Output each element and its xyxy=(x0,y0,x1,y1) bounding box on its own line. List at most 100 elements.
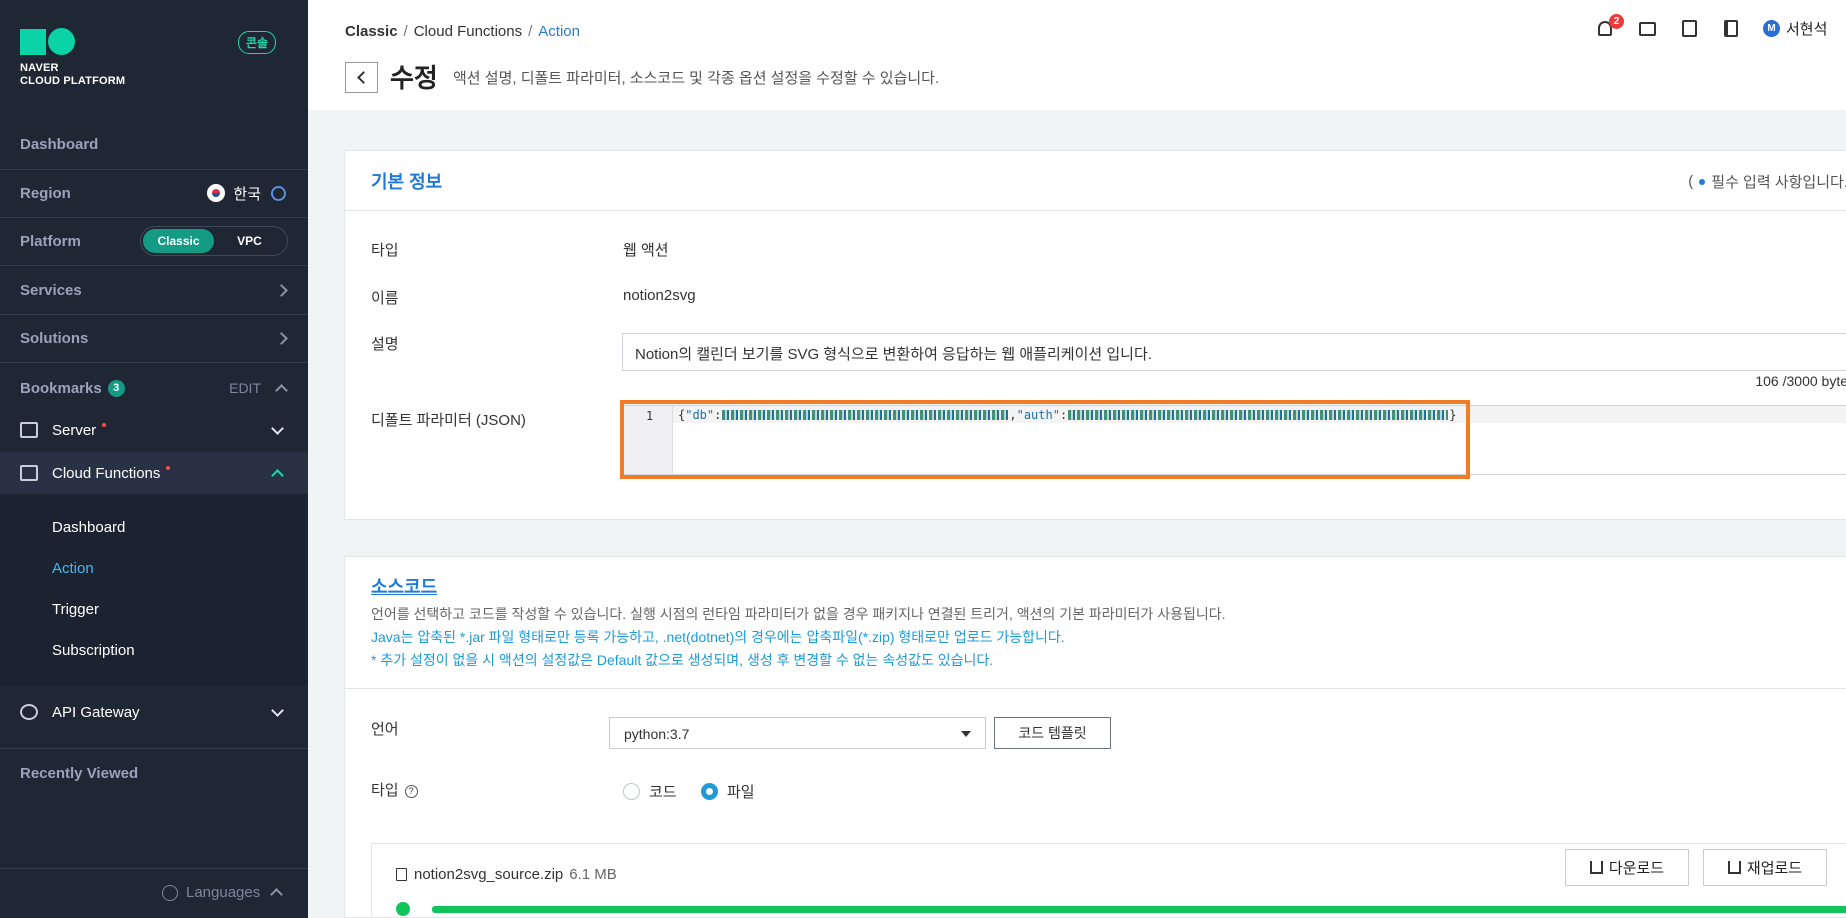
redacted-db-value xyxy=(722,410,1009,420)
json-key-db: "db" xyxy=(685,408,715,422)
book-icon xyxy=(1724,20,1738,37)
submenu-subscription[interactable]: Subscription xyxy=(52,642,135,659)
language-select[interactable]: python:3.7 xyxy=(609,717,986,749)
source-type-label-text: 타입 xyxy=(371,782,399,799)
file-icon xyxy=(396,868,407,881)
source-code-panel: 소스코드 언어를 선택하고 코드를 작성할 수 있습니다. 실행 시점의 런타임… xyxy=(344,556,1846,918)
sidebar-services[interactable]: Services xyxy=(0,266,308,314)
type-value: 웹 액션 xyxy=(623,242,669,259)
console-badge[interactable]: 콘솔 xyxy=(238,31,277,54)
submenu-dashboard[interactable]: Dashboard xyxy=(52,519,125,536)
required-note-text: 필수 입력 사항입니다. xyxy=(1711,174,1846,191)
page-title: 수정 xyxy=(390,63,438,93)
bookmark-api-gateway-label: API Gateway xyxy=(52,703,140,721)
platform-vpc[interactable]: VPC xyxy=(214,234,285,248)
language-select-value: python:3.7 xyxy=(624,726,690,742)
default-param-editor[interactable]: 1 { "db" : , "auth" : } xyxy=(622,405,1846,475)
top-toolbar: 2 M 서현석 xyxy=(1595,13,1827,39)
breadcrumb-classic[interactable]: Classic xyxy=(345,23,398,40)
json-colon: : xyxy=(714,408,722,422)
file-size: 6.1 MB xyxy=(569,866,617,883)
sidebar-recently-viewed[interactable]: Recently Viewed xyxy=(0,749,308,797)
gear-icon[interactable] xyxy=(271,185,286,201)
user-name: 서현석 xyxy=(1786,21,1828,38)
logo-mark-icon xyxy=(20,28,125,55)
platform-toggle[interactable]: Classic VPC xyxy=(140,226,288,256)
radio-circle-icon xyxy=(623,783,640,800)
api-gateway-icon xyxy=(20,704,38,720)
source-info-3: * 추가 설정이 없을 시 액션의 설정값은 Default 값으로 생성되며,… xyxy=(371,652,994,668)
radio-file-label: 파일 xyxy=(727,784,755,801)
caret-down-icon xyxy=(961,731,971,737)
notification-button[interactable]: 2 xyxy=(1595,13,1624,39)
source-type-label: 타입? xyxy=(371,779,418,800)
default-param-label: 디폴트 파라미터 (JSON) xyxy=(371,412,526,429)
bookmarks-label: Bookmarks xyxy=(20,379,102,397)
chevron-left-icon xyxy=(357,71,370,84)
server-icon xyxy=(20,422,38,438)
sidebar-solutions[interactable]: Solutions xyxy=(0,314,308,362)
breadcrumb: Classic / Cloud Functions / Action xyxy=(345,23,580,40)
source-code-title: 소스코드 xyxy=(371,577,438,597)
languages-label: Languages xyxy=(186,884,261,901)
bookmark-server[interactable]: Server xyxy=(0,409,308,451)
file-name: notion2svg_source.zip xyxy=(414,866,564,883)
download-button[interactable]: 다운로드 xyxy=(1565,849,1689,886)
chat-button[interactable] xyxy=(1637,19,1657,39)
help-icon[interactable]: ? xyxy=(404,784,418,798)
bookmark-server-label: Server xyxy=(52,421,97,439)
breadcrumb-separator: / xyxy=(403,23,408,40)
submenu-trigger[interactable]: Trigger xyxy=(52,601,99,618)
naver-cloud-logo[interactable]: NAVER CLOUD PLATFORM xyxy=(20,28,125,88)
bookmarks-edit-button[interactable]: EDIT xyxy=(229,380,261,396)
breadcrumb-separator: / xyxy=(528,23,533,40)
services-label: Services xyxy=(20,281,82,299)
chevron-up-icon[interactable] xyxy=(275,383,288,397)
sidebar-dashboard[interactable]: Dashboard xyxy=(0,120,308,168)
user-menu[interactable]: M 서현석 xyxy=(1763,18,1827,39)
guide-button[interactable] xyxy=(1721,19,1741,39)
name-label: 이름 xyxy=(371,290,399,307)
json-close-brace: } xyxy=(1449,408,1457,422)
cloud-functions-submenu: Dashboard Action Trigger Subscription xyxy=(0,495,308,685)
json-colon: : xyxy=(1059,408,1068,422)
chevron-right-icon xyxy=(275,283,288,297)
upload-icon xyxy=(1727,861,1741,874)
download-icon xyxy=(1589,861,1603,874)
new-dot xyxy=(102,423,107,427)
source-info-2: Java는 압축된 *.jar 파일 형태로만 등록 가능하고, .net(do… xyxy=(371,629,1065,645)
back-button[interactable] xyxy=(345,62,378,93)
chevron-up-icon xyxy=(271,468,284,482)
submenu-action[interactable]: Action xyxy=(52,560,94,577)
basic-info-panel: 기본 정보 ( 필수 입력 사항입니다. 타입 웹 액션 이름 notion2s… xyxy=(344,150,1846,520)
redacted-auth-value xyxy=(1068,410,1449,420)
memo-button[interactable] xyxy=(1679,19,1699,39)
description-field[interactable]: Notion의 캘린더 보기를 SVG 형식으로 변환하여 응답하는 웹 애플리… xyxy=(622,333,1846,371)
korea-flag-icon xyxy=(207,184,226,202)
radio-code[interactable]: 코드 xyxy=(623,781,677,802)
upload-progress-fill xyxy=(432,906,1846,913)
bookmark-cloud-functions[interactable]: Cloud Functions xyxy=(0,452,308,494)
avatar: M xyxy=(1763,20,1780,37)
reupload-button[interactable]: 재업로드 xyxy=(1703,849,1827,886)
json-open-brace: { xyxy=(678,408,686,422)
region-label: Region xyxy=(20,184,71,202)
bookmark-cloud-functions-label: Cloud Functions xyxy=(52,464,161,482)
code-template-button[interactable]: 코드 템플릿 xyxy=(994,717,1111,749)
languages-button[interactable]: Languages xyxy=(162,884,284,901)
page-header: Classic / Cloud Functions / Action 수정 액션… xyxy=(308,0,1846,110)
solutions-label: Solutions xyxy=(20,329,89,347)
radio-file[interactable]: 파일 xyxy=(701,781,755,802)
sidebar: NAVER CLOUD PLATFORM 콘솔 Dashboard Region… xyxy=(0,0,308,918)
notification-count-badge: 2 xyxy=(1609,13,1624,29)
upload-progress-bar xyxy=(432,906,1846,913)
breadcrumb-cloud-functions[interactable]: Cloud Functions xyxy=(414,23,522,40)
sidebar-region: Region 한국 xyxy=(0,169,308,217)
region-value[interactable]: 한국 xyxy=(233,183,261,204)
bookmark-api-gateway[interactable]: API Gateway xyxy=(0,691,308,733)
breadcrumb-action[interactable]: Action xyxy=(538,23,580,40)
platform-classic[interactable]: Classic xyxy=(143,229,214,253)
type-label: 타입 xyxy=(371,242,399,259)
sidebar-platform: Platform Classic VPC xyxy=(0,217,308,265)
new-dot xyxy=(166,466,171,470)
